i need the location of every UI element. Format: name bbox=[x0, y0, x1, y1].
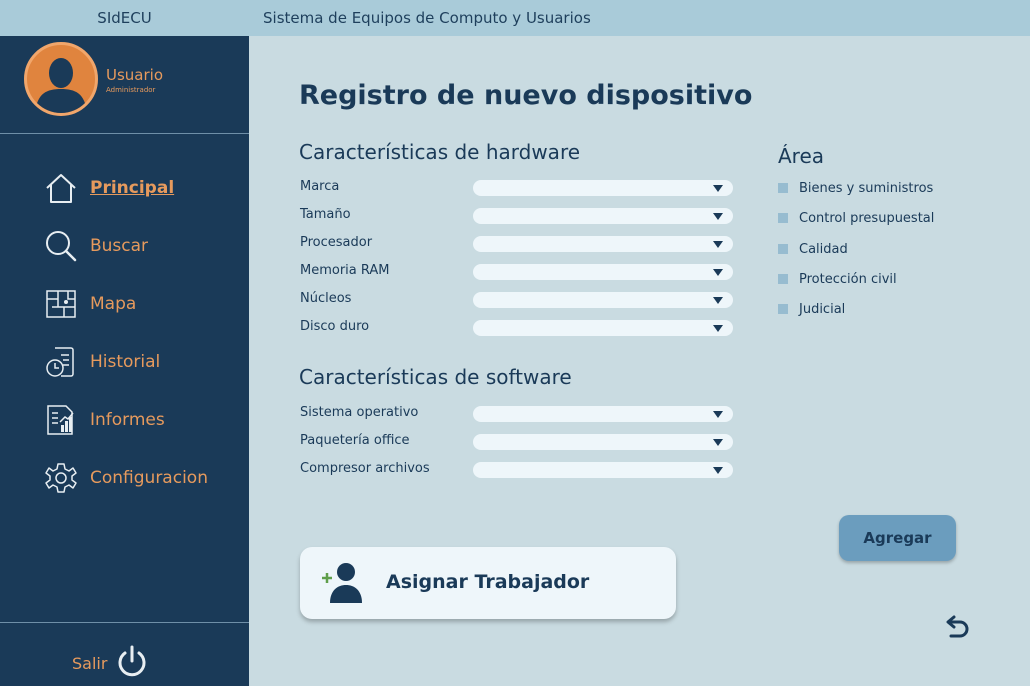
logout-button[interactable]: Salir bbox=[72, 641, 149, 685]
power-icon bbox=[115, 644, 149, 682]
nav-item-principal[interactable]: Principal bbox=[44, 168, 174, 208]
chevron-down-icon bbox=[713, 241, 723, 248]
search-icon bbox=[44, 228, 78, 264]
field-label-memoria-ram: Memoria RAM bbox=[300, 263, 390, 278]
tamano-select[interactable] bbox=[473, 208, 733, 224]
procesador-select[interactable] bbox=[473, 236, 733, 252]
area-checkbox[interactable] bbox=[778, 304, 788, 314]
user-role: Administrador bbox=[106, 86, 156, 94]
sidebar-divider bbox=[0, 622, 249, 623]
user-profile: Usuario Administrador bbox=[0, 36, 249, 134]
chevron-down-icon bbox=[713, 439, 723, 446]
top-bar: SIdECU Sistema de Equipos de Computo y U… bbox=[0, 0, 1030, 36]
nav-item-configuracion[interactable]: Configuracion bbox=[44, 458, 208, 498]
history-icon bbox=[44, 344, 78, 380]
chevron-down-icon bbox=[713, 467, 723, 474]
memoria-ram-select[interactable] bbox=[473, 264, 733, 280]
home-icon bbox=[44, 170, 78, 206]
area-checkbox[interactable] bbox=[778, 274, 788, 284]
nav-label-principal: Principal bbox=[90, 178, 175, 198]
map-icon bbox=[44, 286, 78, 322]
chevron-down-icon bbox=[713, 269, 723, 276]
area-label: Protección civil bbox=[799, 271, 897, 287]
area-checkbox[interactable] bbox=[778, 183, 788, 193]
avatar[interactable] bbox=[24, 42, 98, 116]
hardware-section-title: Características de hardware bbox=[299, 140, 581, 164]
add-user-icon bbox=[318, 561, 368, 605]
nucleos-select[interactable] bbox=[473, 292, 733, 308]
field-label-marca: Marca bbox=[300, 179, 340, 194]
logout-label: Salir bbox=[72, 653, 108, 673]
chevron-down-icon bbox=[713, 325, 723, 332]
sistema-operativo-select[interactable] bbox=[473, 406, 733, 422]
nav-label-informes: Informes bbox=[90, 410, 165, 430]
chevron-down-icon bbox=[713, 411, 723, 418]
report-icon bbox=[44, 402, 78, 438]
gear-icon bbox=[44, 460, 78, 496]
field-label-sistema-operativo: Sistema operativo bbox=[300, 405, 419, 420]
chevron-down-icon bbox=[713, 185, 723, 192]
page-title: Registro de nuevo dispositivo bbox=[299, 80, 753, 111]
chevron-down-icon bbox=[713, 297, 723, 304]
area-option-judicial[interactable]: Judicial bbox=[778, 300, 845, 318]
area-checkbox[interactable] bbox=[778, 244, 788, 254]
assign-worker-button[interactable]: Asignar Trabajador bbox=[300, 547, 676, 619]
nav-label-historial: Historial bbox=[90, 352, 161, 372]
chevron-down-icon bbox=[713, 213, 723, 220]
area-section-title: Área bbox=[778, 144, 825, 168]
back-button[interactable] bbox=[942, 612, 972, 642]
nav-label-mapa: Mapa bbox=[90, 294, 137, 314]
paqueteria-office-select[interactable] bbox=[473, 434, 733, 450]
marca-select[interactable] bbox=[473, 180, 733, 196]
field-label-procesador: Procesador bbox=[300, 235, 373, 250]
software-section-title: Características de software bbox=[299, 365, 572, 389]
nav-item-informes[interactable]: Informes bbox=[44, 400, 165, 440]
field-label-paqueteria-office: Paquetería office bbox=[300, 433, 410, 448]
nav-item-buscar[interactable]: Buscar bbox=[44, 226, 148, 266]
nav-label-configuracion: Configuracion bbox=[90, 468, 208, 488]
compresor-archivos-select[interactable] bbox=[473, 462, 733, 478]
assign-worker-label: Asignar Trabajador bbox=[386, 571, 590, 593]
area-option-bienes[interactable]: Bienes y suministros bbox=[778, 179, 933, 197]
area-checkbox[interactable] bbox=[778, 213, 788, 223]
user-name: Usuario bbox=[106, 66, 164, 84]
area-label: Calidad bbox=[799, 241, 848, 257]
nav-label-buscar: Buscar bbox=[90, 236, 149, 256]
sidebar: Usuario Administrador Principal Buscar M… bbox=[0, 36, 249, 686]
user-silhouette-icon bbox=[35, 58, 87, 113]
add-button[interactable]: Agregar bbox=[839, 515, 956, 561]
field-label-disco-duro: Disco duro bbox=[300, 319, 370, 334]
area-label: Judicial bbox=[799, 301, 846, 317]
area-option-control[interactable]: Control presupuestal bbox=[778, 209, 934, 227]
area-label: Control presupuestal bbox=[799, 210, 935, 226]
field-label-tamano: Tamaño bbox=[300, 207, 351, 222]
area-option-proteccion[interactable]: Protección civil bbox=[778, 270, 897, 288]
area-option-calidad[interactable]: Calidad bbox=[778, 240, 848, 258]
disco-duro-select[interactable] bbox=[473, 320, 733, 336]
nav-item-historial[interactable]: Historial bbox=[44, 342, 160, 382]
nav-item-mapa[interactable]: Mapa bbox=[44, 284, 136, 324]
undo-icon bbox=[942, 615, 972, 646]
field-label-compresor-archivos: Compresor archivos bbox=[300, 461, 430, 476]
area-label: Bienes y suministros bbox=[799, 180, 934, 196]
field-label-nucleos: Núcleos bbox=[300, 291, 352, 306]
brand-name: SIdECU bbox=[97, 9, 152, 27]
app-title: Sistema de Equipos de Computo y Usuarios bbox=[263, 9, 591, 27]
